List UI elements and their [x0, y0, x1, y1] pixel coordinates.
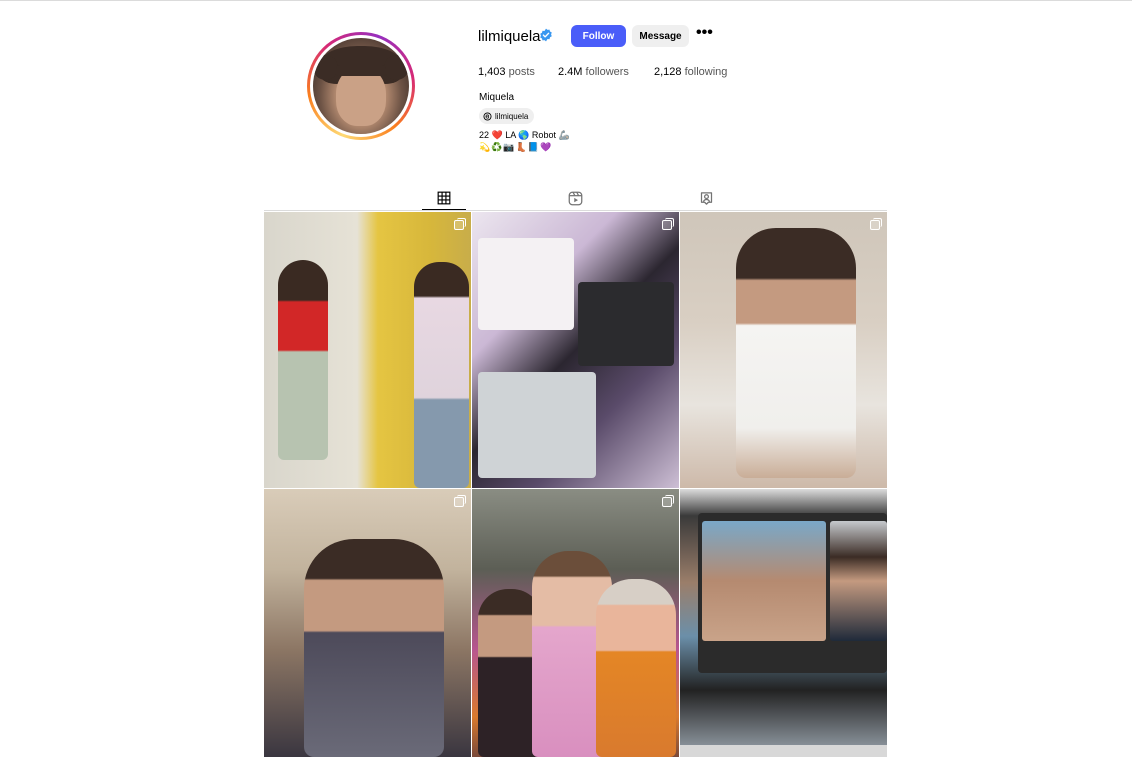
followers-stat[interactable]: 2.4M followers [558, 66, 629, 78]
posts-grid [264, 212, 887, 757]
post-tile[interactable] [472, 489, 679, 757]
posts-count: 1,403 [478, 66, 506, 78]
threads-link[interactable]: lilmiquela [479, 108, 535, 124]
verified-badge-icon [540, 28, 552, 42]
follow-button[interactable]: Follow [571, 25, 626, 47]
carousel-icon [662, 495, 674, 507]
post-tile[interactable] [680, 212, 887, 488]
more-options-icon[interactable]: ••• [696, 25, 714, 42]
avatar [313, 38, 409, 134]
tab-posts[interactable] [422, 186, 466, 210]
profile-username: lilmiquela [478, 28, 541, 45]
bio-line-2: 💫♻️📷👢📘💜 [479, 142, 553, 152]
followers-label: followers [585, 66, 629, 78]
grid-icon [437, 191, 451, 204]
post-tile[interactable] [264, 212, 471, 488]
top-divider [0, 0, 1132, 1]
following-stat[interactable]: 2,128 following [654, 66, 727, 78]
following-label: following [684, 66, 728, 78]
followers-count: 2.4M [558, 66, 583, 78]
post-tile[interactable] [472, 212, 679, 488]
carousel-icon [454, 495, 466, 507]
threads-handle: lilmiquela [495, 111, 529, 121]
tab-reels[interactable] [553, 186, 597, 210]
profile-full-name: Miquela [479, 92, 515, 103]
bio-line-1: 22 ❤️ LA 🌎 Robot 🦾 [479, 130, 570, 140]
carousel-icon [870, 218, 882, 230]
tab-tagged[interactable] [684, 186, 728, 210]
carousel-icon [662, 218, 674, 230]
following-count: 2,128 [654, 66, 682, 78]
reels-icon [568, 191, 582, 205]
message-button[interactable]: Message [632, 25, 689, 47]
posts-stat: 1,403 posts [478, 66, 535, 78]
post-tile[interactable] [680, 489, 887, 757]
threads-icon [483, 111, 492, 121]
post-tile[interactable] [264, 489, 471, 757]
carousel-icon [454, 218, 466, 230]
profile-avatar-story-ring[interactable] [307, 32, 415, 140]
tagged-icon [700, 191, 712, 205]
tabs-divider [264, 210, 887, 211]
posts-label: posts [508, 66, 535, 78]
